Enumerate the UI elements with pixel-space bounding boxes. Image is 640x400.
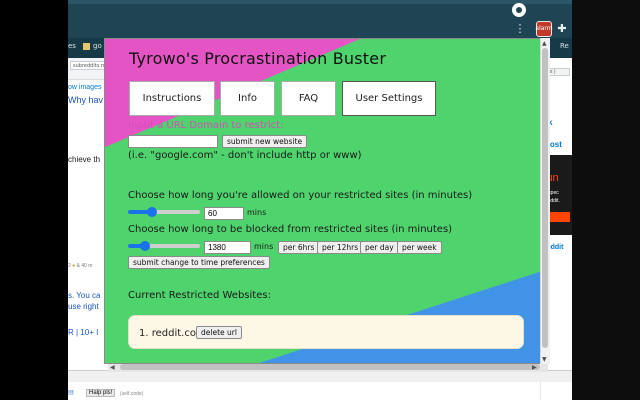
bg-post-title[interactable]: Why hav [68, 95, 103, 105]
allowed-time-slider[interactable] [128, 207, 200, 217]
bg-post-link[interactable]: s. You ca [68, 291, 100, 300]
extension-badge-text: alarm [535, 25, 553, 32]
allowed-unit: mins [247, 208, 267, 217]
per-week-button[interactable]: per week [397, 241, 442, 254]
blocked-time-label: Choose how long to be blocked from restr… [128, 224, 453, 235]
horizontal-scrollbar-thumb[interactable] [120, 364, 540, 370]
bookmark-item[interactable]: Re [560, 42, 569, 50]
submit-time-preferences-button[interactable]: submit change to time preferences [128, 256, 270, 269]
per-12hrs-button[interactable]: per 12hrs [317, 241, 364, 254]
restrict-url-hint: (i.e. "google.com" - don't include http … [128, 150, 362, 161]
bookmark-item[interactable]: es [68, 42, 76, 50]
tab-info[interactable]: Info [220, 81, 275, 116]
bookmark-item[interactable]: go [83, 42, 102, 50]
right-edge-panel [572, 0, 640, 400]
allowed-minutes-input[interactable] [204, 207, 244, 220]
bg-self-code: (self.code) [120, 391, 144, 397]
restrict-url-label: Input a URL Domain to restrict: [128, 120, 284, 131]
browser-tab-strip [68, 0, 572, 4]
menu-icon[interactable]: ⋮ [514, 22, 526, 35]
puzzle-icon[interactable]: ✚ [556, 22, 568, 35]
delete-url-button[interactable]: delete url [196, 326, 242, 339]
scroll-up-arrow-icon[interactable]: ▲ [542, 40, 547, 47]
bg-exclaim: !!! [68, 390, 74, 397]
submit-new-website-button[interactable]: submit new website [222, 135, 308, 148]
scroll-down-arrow-icon[interactable]: ▼ [542, 356, 547, 363]
blocked-time-slider[interactable] [128, 241, 200, 251]
tab-faq[interactable]: FAQ [281, 81, 336, 116]
current-restricted-heading: Current Restricted Websites: [128, 290, 271, 301]
extension-popup: Tyrowo's Procrastination Buster Instruct… [104, 38, 550, 364]
bg-post-meta: 2 ● & 40 m [68, 263, 93, 269]
tab-user-settings[interactable]: User Settings [342, 81, 436, 116]
bg-post-link[interactable]: use right [68, 302, 99, 311]
bg-post-text: chieve th [68, 155, 101, 164]
restrict-url-input[interactable] [128, 135, 218, 148]
scroll-right-arrow-icon[interactable]: ▶ [532, 364, 537, 371]
browser-toolbar [68, 0, 572, 38]
vertical-scrollbar-thumb[interactable] [542, 48, 548, 348]
bg-link[interactable]: ow images [68, 84, 101, 91]
restricted-sites-card: 1. reddit.com delete url [128, 315, 524, 349]
procrastination-buster-extension-icon[interactable]: alarm [535, 21, 553, 37]
slider-thumb[interactable] [147, 207, 157, 217]
left-edge-panel [0, 0, 68, 400]
popup-title: Tyrowo's Procrastination Buster [129, 49, 387, 68]
allowed-time-label: Choose how long you're allowed on your r… [128, 190, 473, 201]
blocked-unit: mins [254, 242, 274, 251]
blocked-minutes-input[interactable] [204, 241, 251, 254]
per-6hrs-button[interactable]: per 6hrs [278, 241, 320, 254]
scroll-left-arrow-icon[interactable]: ◀ [110, 364, 115, 371]
folder-icon [83, 42, 90, 50]
tab-instructions[interactable]: Instructions [129, 81, 215, 116]
bg-post-link[interactable]: R | 10+ I [68, 328, 98, 337]
help-button[interactable]: Halp pls! [86, 389, 116, 397]
record-icon[interactable] [512, 3, 526, 17]
slider-thumb[interactable] [140, 241, 150, 251]
per-day-button[interactable]: per day [360, 241, 399, 254]
